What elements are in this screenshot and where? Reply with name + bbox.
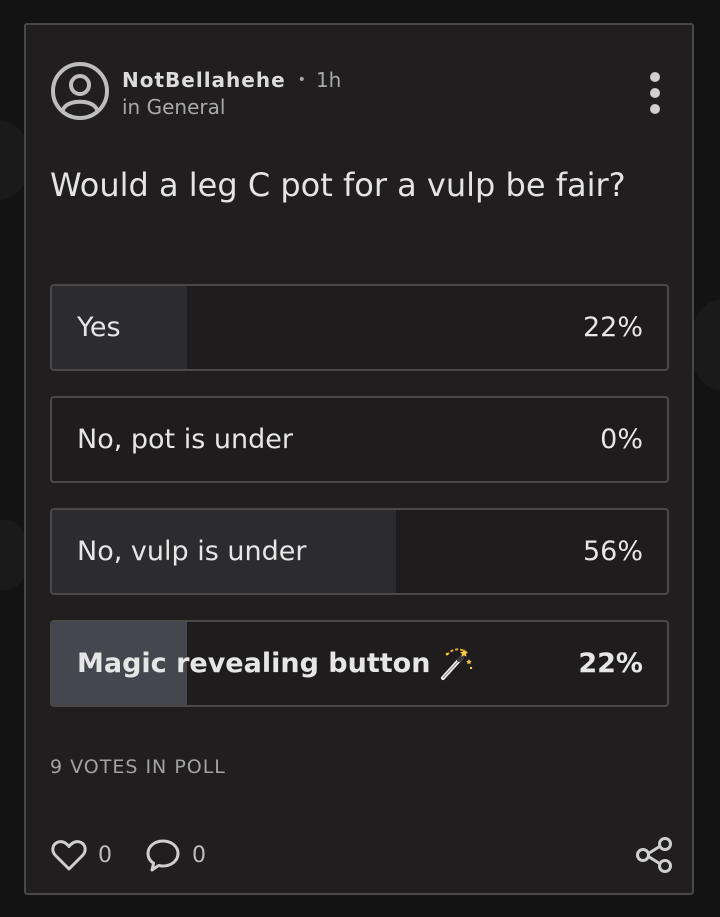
poll-option-yes[interactable]: Yes 22%	[50, 284, 669, 371]
poll-option-magic-button[interactable]: Magic revealing button 22%	[50, 620, 669, 707]
comment-button[interactable]: 0	[144, 836, 206, 874]
poll-option-label-wrap: Magic revealing button	[77, 622, 474, 705]
poll-option-pot-under[interactable]: No, pot is under 0%	[50, 396, 669, 483]
post-actions: 0 0	[50, 836, 238, 874]
vote-count: 9 VOTES IN POLL	[50, 756, 226, 778]
post-time: 1h	[315, 68, 342, 92]
post-card: NotBellahehe • 1h in General Would a leg…	[24, 23, 694, 895]
share-icon[interactable]	[634, 836, 674, 874]
poll-option-percent: 0%	[600, 424, 643, 455]
comment-count: 0	[192, 842, 206, 868]
post-header: NotBellahehe • 1h in General	[50, 61, 341, 121]
like-count: 0	[98, 842, 112, 868]
kebab-dot	[650, 88, 660, 98]
magic-wand-icon	[441, 647, 473, 680]
background-decoration	[690, 300, 720, 390]
heart-icon	[51, 840, 87, 871]
poll-option-vulp-under[interactable]: No, vulp is under 56%	[50, 508, 669, 595]
poll-option-percent: 22%	[578, 648, 643, 679]
post-meta: NotBellahehe • 1h in General	[122, 61, 341, 119]
user-circle-icon[interactable]	[50, 61, 110, 121]
author-name[interactable]: NotBellahehe	[122, 68, 286, 92]
poll-option-label: Yes	[77, 312, 121, 343]
poll-option-label: No, pot is under	[77, 424, 293, 455]
kebab-menu-icon[interactable]	[645, 72, 665, 114]
like-button[interactable]: 0	[50, 836, 112, 874]
poll-option-percent: 22%	[582, 312, 643, 343]
community-name[interactable]: in General	[122, 95, 341, 119]
poll-question: Would a leg C pot for a vulp be fair?	[50, 166, 626, 204]
poll-option-percent: 56%	[582, 536, 643, 567]
kebab-dot	[650, 104, 660, 114]
speech-bubble-icon	[146, 839, 180, 872]
poll-option-label: Magic revealing button	[77, 648, 431, 679]
separator-dot: •	[297, 72, 306, 88]
kebab-dot	[650, 72, 660, 82]
post-meta-top: NotBellahehe • 1h	[122, 65, 341, 95]
poll-option-label: No, vulp is under	[77, 536, 307, 567]
